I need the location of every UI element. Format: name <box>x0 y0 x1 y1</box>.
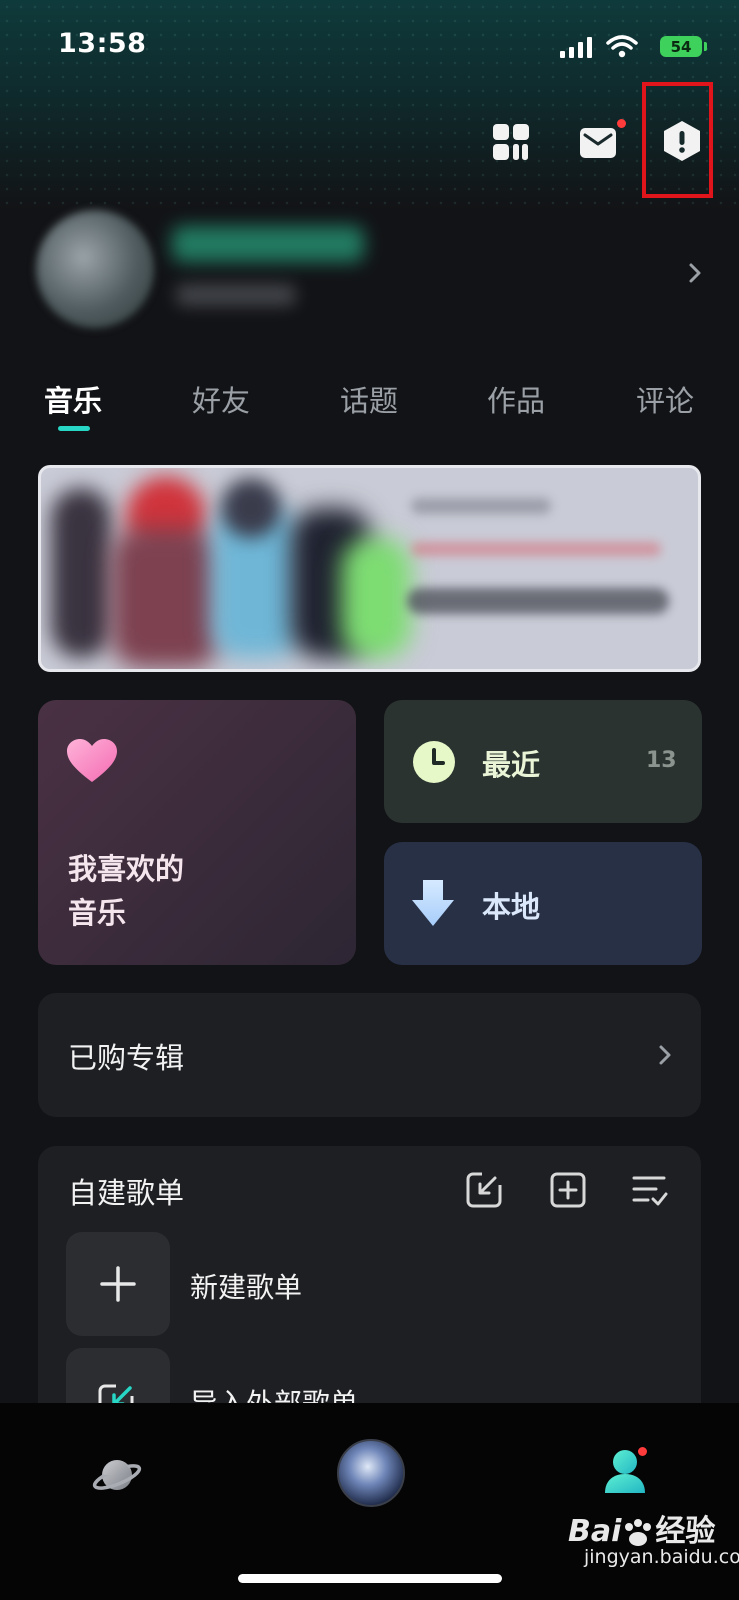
recent-label: 最近 <box>482 748 541 782</box>
playlists-title: 自建歌单 <box>68 1176 185 1210</box>
new-playlist-label[interactable]: 新建歌单 <box>190 1266 302 1306</box>
new-playlist-tile[interactable] <box>66 1232 170 1336</box>
tab-indicator <box>58 426 90 431</box>
plus-icon <box>100 1266 136 1302</box>
status-time: 13:58 <box>58 28 147 59</box>
wifi-icon <box>606 35 638 58</box>
promo-banner[interactable] <box>38 465 701 672</box>
favorites-label-line1: 我喜欢的 <box>68 852 185 886</box>
profile-notification-dot <box>638 1447 647 1456</box>
highlight-box <box>642 82 713 198</box>
home-indicator[interactable] <box>238 1574 502 1583</box>
tab-comments[interactable]: 评论 <box>636 378 694 420</box>
watermark-brand-bai: Bai <box>568 1514 622 1549</box>
purchased-label: 已购专辑 <box>68 1041 185 1075</box>
mail-notification-dot <box>617 119 626 128</box>
battery-indicator: 54 <box>660 36 702 57</box>
clock-icon <box>413 741 455 783</box>
local-card[interactable]: 本地 <box>384 842 702 965</box>
watermark-brand: Bai 经验 <box>568 1506 715 1550</box>
tab-topics[interactable]: 话题 <box>340 378 398 420</box>
download-arrow-icon <box>412 880 454 926</box>
profile-chevron-icon[interactable] <box>688 262 702 284</box>
tab-works[interactable]: 作品 <box>487 378 545 420</box>
avatar[interactable] <box>36 210 154 328</box>
tab-friends[interactable]: 好友 <box>192 378 250 420</box>
favorites-card[interactable]: 我喜欢的 音乐 <box>38 700 356 965</box>
add-playlist-icon[interactable] <box>550 1172 586 1208</box>
now-playing-disc[interactable] <box>337 1439 405 1507</box>
import-icon[interactable] <box>466 1172 502 1208</box>
recent-count: 13 <box>646 748 677 773</box>
favorites-label-line2: 音乐 <box>68 896 127 930</box>
mail-icon[interactable] <box>580 128 616 158</box>
signal-icon <box>560 37 592 58</box>
chevron-right-icon <box>659 1045 671 1065</box>
username-blurred <box>172 226 364 262</box>
recent-card[interactable]: 最近 13 <box>384 700 702 823</box>
heart-icon <box>67 739 117 782</box>
user-info-blurred <box>176 284 296 306</box>
tab-music[interactable]: 音乐 <box>44 378 102 420</box>
purchased-albums-row[interactable]: 已购专辑 <box>38 993 701 1117</box>
sort-list-icon[interactable] <box>632 1174 668 1208</box>
watermark-url: jingyan.baidu.com <box>584 1546 739 1568</box>
bottom-nav <box>0 1403 739 1600</box>
watermark-brand-suffix: 经验 <box>655 1514 716 1549</box>
battery-tip <box>704 42 707 51</box>
apps-grid-icon[interactable] <box>493 124 531 162</box>
planet-icon[interactable] <box>92 1453 142 1497</box>
local-label: 本地 <box>482 890 541 924</box>
battery-level: 54 <box>670 37 692 56</box>
paw-icon <box>621 1518 655 1548</box>
